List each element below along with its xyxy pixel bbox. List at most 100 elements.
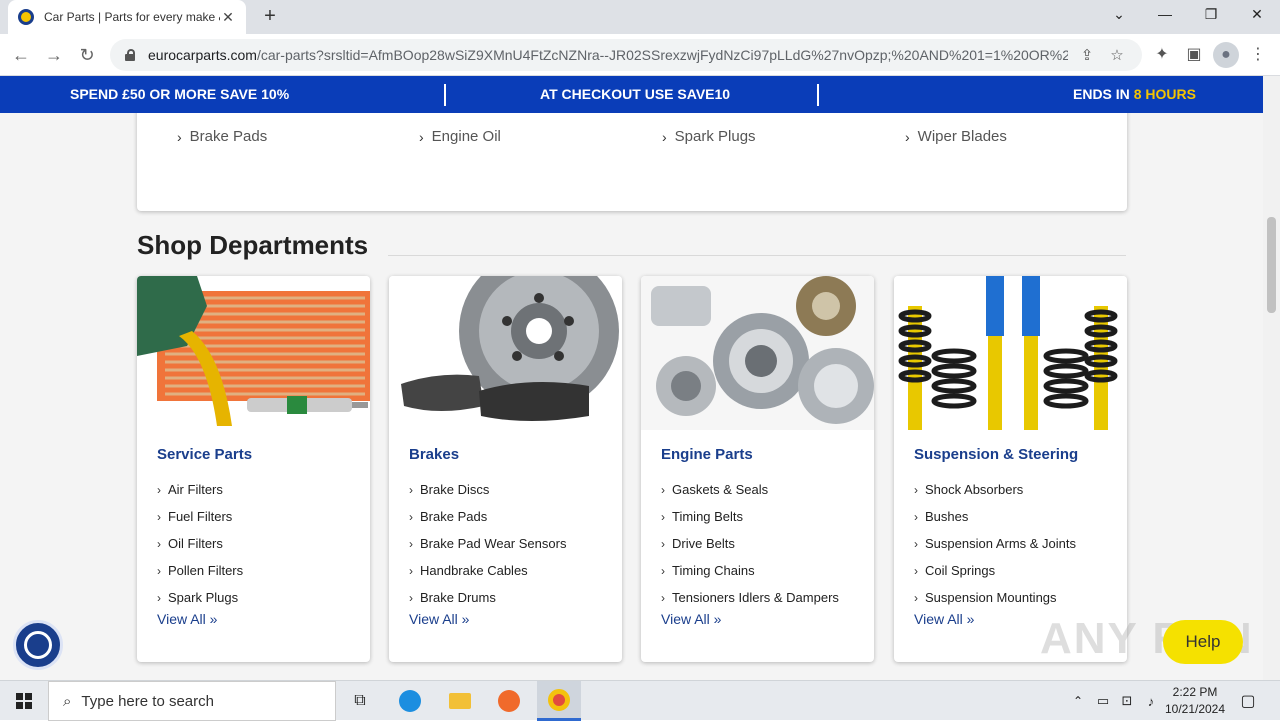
card-link-list: › Air Filters › Fuel Filters › Oil Filters › Po… [157, 476, 243, 611]
department-link[interactable]: › Brake Pad Wear Sensors [409, 530, 566, 557]
quick-link[interactable]: › Wiper Blades [905, 128, 1007, 145]
forward-arrow-icon[interactable]: → [41, 42, 67, 68]
department-link[interactable]: › Drive Belts [661, 530, 839, 557]
quick-link[interactable]: › Brake Pads [177, 128, 267, 145]
department-link[interactable]: › Suspension Mountings [914, 584, 1076, 611]
engine-parts-image[interactable] [641, 276, 874, 430]
service-parts-image[interactable] [137, 276, 370, 430]
task-view-icon[interactable]: ⧉ [340, 681, 380, 721]
windows-start-icon[interactable] [0, 681, 48, 721]
share-icon[interactable]: ⇪ [1076, 46, 1098, 64]
department-link[interactable]: › Spark Plugs [157, 584, 243, 611]
page-content: ›Battery›Brake Discs›Brake Pads›Coil Spr… [0, 76, 1263, 680]
department-link[interactable]: › Bushes [914, 503, 1076, 530]
kebab-menu-icon[interactable]: ⋮ [1245, 42, 1271, 68]
network-icon[interactable]: ⊡ [1116, 681, 1138, 721]
page-scrollbar[interactable] [1263, 76, 1280, 680]
department-link[interactable]: › Handbrake Cables [409, 557, 566, 584]
quick-link-label: Spark Plugs [674, 128, 756, 145]
department-link[interactable]: › Gaskets & Seals [661, 476, 839, 503]
chevron-right-icon: › [157, 590, 161, 605]
device-icon[interactable]: ▭ [1092, 681, 1114, 721]
view-all-link[interactable]: View All » [914, 611, 974, 627]
chevron-right-icon: › [662, 128, 667, 145]
department-link-label: Tensioners Idlers & Dampers [672, 590, 839, 605]
clock-date: 10/21/2024 [1164, 702, 1226, 716]
promo-text-middle: AT CHECKOUT USE SAVE10 [540, 86, 731, 102]
department-link[interactable]: › Suspension Arms & Joints [914, 530, 1076, 557]
quick-link-label: Wiper Blades [917, 128, 1007, 145]
address-bar[interactable]: eurocarparts.com /car-parts?srsltid=AfmB… [110, 39, 1142, 71]
view-all-link[interactable]: View All » [157, 611, 217, 627]
edge-browser-icon[interactable] [390, 681, 430, 721]
new-tab-button[interactable]: + [258, 4, 282, 28]
chevron-right-icon: › [661, 590, 665, 605]
chevron-right-icon: › [661, 509, 665, 524]
view-all-link[interactable]: View All » [661, 611, 721, 627]
browser-tab[interactable]: Car Parts | Parts for every make & ✕ [8, 0, 246, 34]
bookmark-star-icon[interactable]: ☆ [1106, 46, 1128, 64]
chevron-right-icon: › [914, 536, 918, 551]
department-link[interactable]: › Fuel Filters [157, 503, 243, 530]
quick-link-label: Engine Oil [431, 128, 501, 145]
department-link-label: Bushes [925, 509, 969, 524]
card-title[interactable]: Engine Parts [661, 446, 753, 463]
department-link[interactable]: › Air Filters [157, 476, 243, 503]
side-panel-icon[interactable]: ▣ [1181, 42, 1207, 68]
volume-icon[interactable]: ♪ [1140, 681, 1162, 721]
department-link[interactable]: › Coil Springs [914, 557, 1076, 584]
card-link-list: › Gaskets & Seals › Timing Belts › Drive Belt… [661, 476, 839, 611]
department-link[interactable]: › Brake Drums [409, 584, 566, 611]
chevron-right-icon: › [914, 509, 918, 524]
department-link[interactable]: › Timing Chains [661, 557, 839, 584]
section-divider [388, 255, 1126, 256]
department-link-label: Timing Chains [672, 563, 755, 578]
department-link[interactable]: › Tensioners Idlers & Dampers [661, 584, 839, 611]
department-card-suspension-steering[interactable]: Suspension & Steering › Shock Absorbers › B… [894, 276, 1127, 662]
lock-icon[interactable] [124, 49, 136, 61]
department-link[interactable]: › Shock Absorbers [914, 476, 1076, 503]
extensions-puzzle-icon[interactable]: ✦ [1149, 42, 1175, 68]
profile-avatar-icon[interactable]: ● [1213, 42, 1239, 68]
firefox-icon[interactable] [489, 681, 529, 721]
quick-link[interactable]: › Spark Plugs [662, 128, 756, 145]
reload-icon[interactable]: ↻ [74, 42, 100, 68]
department-card-service-parts[interactable]: Service Parts › Air Filters › Fuel Filters ›… [137, 276, 370, 662]
close-tab-icon[interactable]: ✕ [220, 9, 236, 26]
quick-link[interactable]: › Engine Oil [419, 128, 501, 145]
taskbar-search-box[interactable]: ⌕ Type here to search [48, 681, 336, 721]
department-link[interactable]: › Oil Filters [157, 530, 243, 557]
department-link[interactable]: › Brake Pads [409, 503, 566, 530]
department-link-label: Oil Filters [168, 536, 223, 551]
card-title[interactable]: Service Parts [157, 446, 252, 463]
chevron-right-icon: › [409, 482, 413, 497]
search-icon: ⌕ [63, 692, 72, 710]
help-button[interactable]: Help [1163, 620, 1243, 664]
chrome-icon[interactable] [537, 681, 581, 721]
scrollbar-thumb[interactable] [1267, 217, 1276, 313]
taskbar-clock[interactable]: 2:22 PM 10/21/2024 [1160, 684, 1230, 718]
file-explorer-icon[interactable] [440, 681, 480, 721]
card-title[interactable]: Brakes [409, 446, 459, 463]
minimize-button[interactable]: — [1142, 0, 1188, 30]
tab-search-icon[interactable]: ⌄ [1096, 0, 1142, 30]
department-link[interactable]: › Timing Belts [661, 503, 839, 530]
back-arrow-icon[interactable]: ← [8, 42, 34, 68]
department-card-engine-parts[interactable]: Engine Parts › Gaskets & Seals › Timing Bel… [641, 276, 874, 662]
cookie-settings-button[interactable] [13, 620, 63, 670]
chevron-right-icon: › [914, 590, 918, 605]
brakes-image[interactable] [389, 276, 622, 430]
chevron-up-icon[interactable]: ⌃ [1068, 681, 1088, 721]
department-link[interactable]: › Pollen Filters [157, 557, 243, 584]
department-link[interactable]: › Brake Discs [409, 476, 566, 503]
url-domain: eurocarparts.com [148, 47, 257, 63]
close-window-button[interactable]: ✕ [1234, 0, 1280, 30]
department-link-label: Handbrake Cables [420, 563, 528, 578]
restore-button[interactable]: ❐ [1188, 0, 1234, 30]
department-card-brakes[interactable]: Brakes › Brake Discs › Brake Pads › Brake Pad… [389, 276, 622, 662]
notifications-icon[interactable]: ▢ [1236, 681, 1260, 721]
card-title[interactable]: Suspension & Steering [914, 446, 1078, 463]
promo-text-left: SPEND £50 OR MORE SAVE 10% [70, 86, 290, 102]
suspension-image[interactable] [894, 276, 1127, 430]
view-all-link[interactable]: View All » [409, 611, 469, 627]
